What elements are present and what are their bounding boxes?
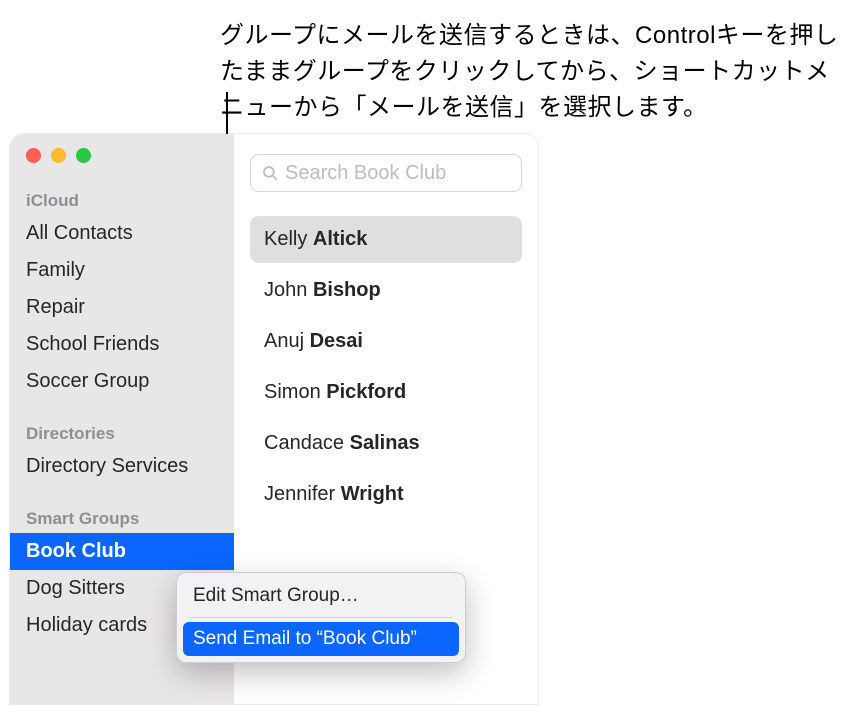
sidebar-item[interactable]: Soccer Group xyxy=(10,363,234,400)
search-input[interactable]: Search Book Club xyxy=(250,154,522,192)
contact-row[interactable]: Simon Pickford xyxy=(250,369,522,416)
instruction-caption: グループにメールを送信するときは、Controlキーを押したままグループをクリッ… xyxy=(220,18,840,126)
contact-first-name: Anuj xyxy=(264,330,310,352)
sidebar-section-header: Smart Groups xyxy=(10,503,234,533)
contact-row[interactable]: Jennifer Wright xyxy=(250,471,522,518)
search-placeholder: Search Book Club xyxy=(285,162,446,185)
menu-item-edit-smart-group[interactable]: Edit Smart Group… xyxy=(183,579,459,613)
sidebar-item[interactable]: School Friends xyxy=(10,326,234,363)
sidebar-section-header: Directories xyxy=(10,418,234,448)
contact-first-name: John xyxy=(264,279,313,301)
close-icon[interactable] xyxy=(26,148,41,163)
contact-last-name: Desai xyxy=(310,330,363,352)
search-icon xyxy=(261,164,279,182)
menu-separator xyxy=(189,617,453,618)
contact-last-name: Pickford xyxy=(326,381,406,403)
contact-first-name: Jennifer xyxy=(264,483,341,505)
contact-last-name: Bishop xyxy=(313,279,381,301)
zoom-icon[interactable] xyxy=(76,148,91,163)
contact-row[interactable]: Candace Salinas xyxy=(250,420,522,467)
minimize-icon[interactable] xyxy=(51,148,66,163)
contact-last-name: Salinas xyxy=(350,432,420,454)
contact-row[interactable]: Anuj Desai xyxy=(250,318,522,365)
contact-last-name: Wright xyxy=(341,483,404,505)
sidebar-item[interactable]: Family xyxy=(10,252,234,289)
window-controls xyxy=(10,148,234,163)
contact-list: Kelly AltickJohn BishopAnuj DesaiSimon P… xyxy=(234,216,538,518)
sidebar-item[interactable]: Directory Services xyxy=(10,448,234,485)
sidebar-section-header: iCloud xyxy=(10,185,234,215)
contact-row[interactable]: Kelly Altick xyxy=(250,216,522,263)
sidebar-item[interactable]: All Contacts xyxy=(10,215,234,252)
contact-first-name: Simon xyxy=(264,381,326,403)
contact-first-name: Kelly xyxy=(264,228,313,250)
context-menu: Edit Smart Group… Send Email to “Book Cl… xyxy=(176,572,466,663)
menu-item-send-email[interactable]: Send Email to “Book Club” xyxy=(183,622,459,656)
sidebar-item[interactable]: Repair xyxy=(10,289,234,326)
sidebar-item[interactable]: Book Club xyxy=(10,533,234,570)
contact-last-name: Altick xyxy=(313,228,367,250)
contact-first-name: Candace xyxy=(264,432,350,454)
contact-row[interactable]: John Bishop xyxy=(250,267,522,314)
